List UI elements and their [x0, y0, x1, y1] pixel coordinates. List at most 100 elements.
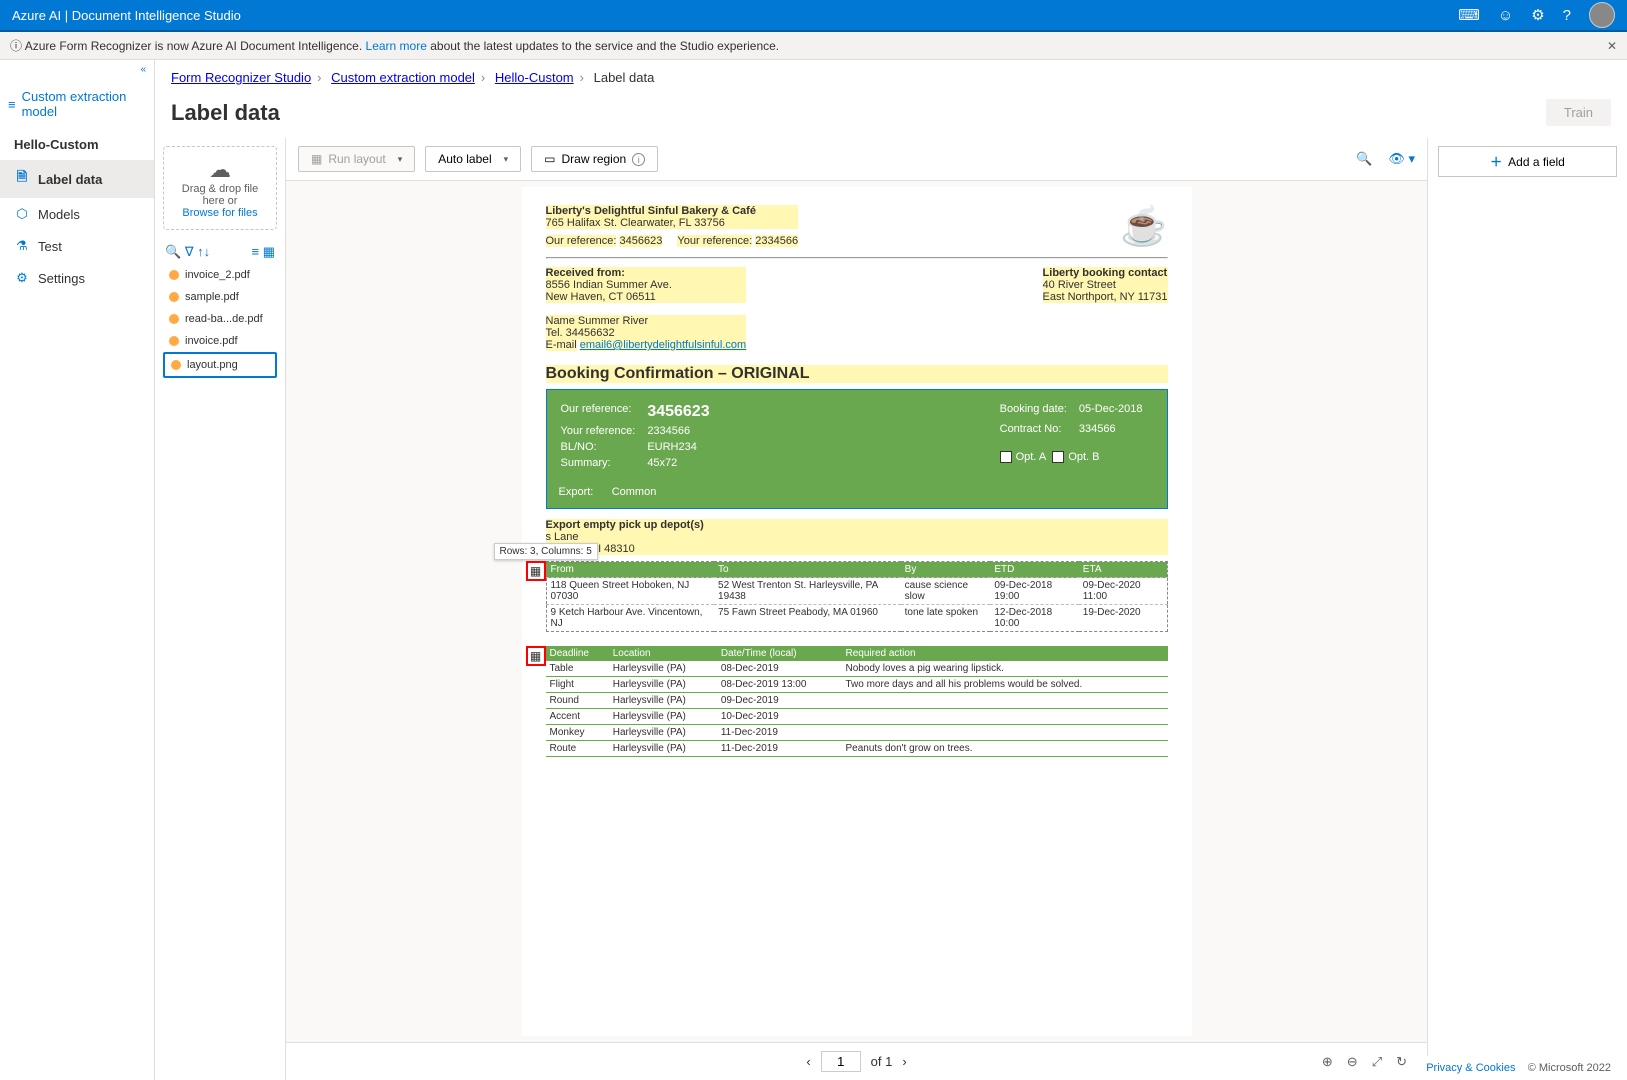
banner-text-pre: Azure Form Recognizer is now Azure AI Do…: [25, 39, 366, 53]
doc-summary-box: Our reference:3456623 Your reference:233…: [546, 389, 1168, 509]
sidebar-header-label: Custom extraction model: [22, 89, 146, 119]
sidebar-item-label: Test: [38, 239, 62, 254]
file-panel: ☁ Drag & drop file here or Browse for fi…: [155, 138, 285, 1080]
dropzone-text: Drag & drop file here or: [170, 183, 270, 207]
file-panel-tools: 🔍 ∇ ↑↓ ≡ ▦: [163, 240, 277, 264]
grid-view-icon[interactable]: ▦: [263, 244, 275, 259]
status-dot-icon: [169, 314, 179, 324]
breadcrumb: Form Recognizer Studio› Custom extractio…: [155, 60, 1627, 95]
doc-value: 05-Dec-2018: [1079, 402, 1153, 420]
file-name: layout.png: [187, 359, 238, 371]
sidebar-item-test[interactable]: ⚗ Test: [0, 230, 154, 262]
page-total: of 1: [871, 1054, 893, 1069]
doc-label: Contract No:: [1000, 422, 1077, 440]
close-icon[interactable]: ✕: [1607, 39, 1617, 53]
doc-value: 45x72: [647, 456, 719, 470]
canvas-toolbar: ▦Run layout▾ Auto label▾ ▭Draw region i …: [286, 138, 1427, 181]
sidebar-collapse-icon[interactable]: «: [0, 60, 154, 79]
doc-label: Our reference:: [561, 402, 646, 422]
add-field-button[interactable]: ＋Add a field: [1438, 146, 1617, 177]
sidebar-item-label: Models: [38, 207, 80, 222]
file-item[interactable]: invoice.pdf: [163, 330, 277, 352]
browse-files-link[interactable]: Browse for files: [182, 207, 257, 219]
cloud-upload-icon: ☁: [170, 157, 270, 183]
table-tooltip: Rows: 3, Columns: 5: [494, 543, 598, 560]
banner-text-post: about the latest updates to the service …: [427, 39, 779, 53]
doc-value: Common: [612, 486, 657, 498]
chevron-down-icon: ▾: [398, 154, 403, 165]
feedback-icon[interactable]: ☺: [1498, 7, 1513, 24]
info-icon: ⓘ: [10, 39, 22, 53]
doc-label: Our reference:: [546, 235, 617, 247]
doc-value: New Haven, CT 06511: [546, 291, 747, 303]
breadcrumb-link[interactable]: Custom extraction model: [331, 70, 475, 85]
table-icon[interactable]: ▦: [526, 646, 546, 666]
doc-email-link: email6@libertydelightfulsinful.com: [580, 339, 746, 351]
doc-value: 3456623: [619, 235, 662, 247]
doc-label: Booking date:: [1000, 402, 1077, 420]
sort-icon[interactable]: ↑↓: [197, 244, 210, 259]
file-item[interactable]: layout.png: [163, 352, 277, 378]
status-dot-icon: [169, 292, 179, 302]
file-name: read-ba...de.pdf: [185, 313, 263, 325]
file-item[interactable]: read-ba...de.pdf: [163, 308, 277, 330]
train-button[interactable]: Train: [1546, 99, 1611, 126]
file-item[interactable]: invoice_2.pdf: [163, 264, 277, 286]
zoom-in-icon[interactable]: ⊕: [1322, 1054, 1333, 1070]
sidebar-item-settings[interactable]: ⚙ Settings: [0, 262, 154, 294]
zoom-out-icon[interactable]: ⊖: [1347, 1054, 1358, 1070]
next-page-icon[interactable]: ›: [902, 1054, 906, 1069]
button-label: Add a field: [1508, 155, 1565, 169]
chevron-down-icon: ▾: [504, 154, 509, 165]
document-viewport[interactable]: Liberty's Delightful Sinful Bakery & Caf…: [286, 181, 1427, 1042]
button-label: Draw region: [562, 152, 627, 166]
file-name: sample.pdf: [185, 291, 239, 303]
rotate-icon[interactable]: ↻: [1396, 1054, 1407, 1070]
breadcrumb-current: Label data: [594, 70, 655, 85]
doc-label: Summary:: [561, 456, 646, 470]
doc-value: Name Summer River: [546, 315, 747, 327]
copyright: © Microsoft 2022: [1528, 1062, 1611, 1074]
privacy-link[interactable]: Privacy & Cookies: [1426, 1062, 1515, 1074]
visibility-icon[interactable]: 👁 ▾: [1388, 151, 1415, 167]
settings-icon[interactable]: ⚙: [1531, 6, 1544, 24]
dropzone[interactable]: ☁ Drag & drop file here or Browse for fi…: [163, 146, 277, 230]
keyboard-icon[interactable]: ⌨: [1458, 6, 1480, 24]
filter-icon[interactable]: ∇: [185, 244, 194, 259]
info-icon[interactable]: i: [632, 153, 645, 166]
avatar[interactable]: [1589, 2, 1615, 28]
banner-learn-more-link[interactable]: Learn more: [366, 39, 427, 53]
topbar: Azure AI | Document Intelligence Studio …: [0, 0, 1627, 32]
doc-deadline-table: DeadlineLocationDate/Time (local)Require…: [546, 646, 1168, 757]
doc-address: 765 Halifax St. Clearwater, FL 33756: [546, 217, 799, 229]
status-dot-icon: [169, 270, 179, 280]
file-item[interactable]: sample.pdf: [163, 286, 277, 308]
breadcrumb-link[interactable]: Hello-Custom: [495, 70, 574, 85]
run-layout-button[interactable]: ▦Run layout▾: [298, 146, 415, 172]
prev-page-icon[interactable]: ‹: [806, 1054, 810, 1069]
breadcrumb-link[interactable]: Form Recognizer Studio: [171, 70, 311, 85]
list-view-icon[interactable]: ≡: [251, 244, 259, 259]
help-icon[interactable]: ?: [1563, 7, 1571, 24]
doc-section-title: Export empty pick up depot(s): [546, 519, 1168, 531]
doc-value: s Lane: [546, 531, 1168, 543]
file-name: invoice.pdf: [185, 335, 238, 347]
table-icon[interactable]: ▦: [526, 561, 546, 581]
auto-label-button[interactable]: Auto label▾: [425, 146, 521, 172]
info-banner: ⓘ Azure Form Recognizer is now Azure AI …: [0, 32, 1627, 60]
sidebar-item-models[interactable]: ⬡ Models: [0, 198, 154, 230]
doc-label: Your reference:: [677, 235, 752, 247]
search-icon[interactable]: 🔍: [1356, 151, 1372, 167]
doc-option: Opt. A: [1016, 451, 1047, 463]
test-icon: ⚗: [14, 238, 30, 254]
draw-region-button[interactable]: ▭Draw region i: [531, 146, 658, 172]
sidebar-header[interactable]: ≡ Custom extraction model: [0, 79, 154, 129]
document-page: Liberty's Delightful Sinful Bakery & Caf…: [522, 187, 1192, 1036]
list-icon: ≡: [8, 97, 16, 112]
doc-value: Heights, MI 48310: [546, 543, 1168, 555]
page-input[interactable]: [821, 1051, 861, 1072]
search-icon[interactable]: 🔍: [165, 244, 181, 259]
sidebar-item-label-data[interactable]: 🗎 Label data: [0, 160, 154, 198]
fit-icon[interactable]: ⤢: [1372, 1054, 1382, 1070]
doc-value: 3456623: [647, 402, 719, 422]
